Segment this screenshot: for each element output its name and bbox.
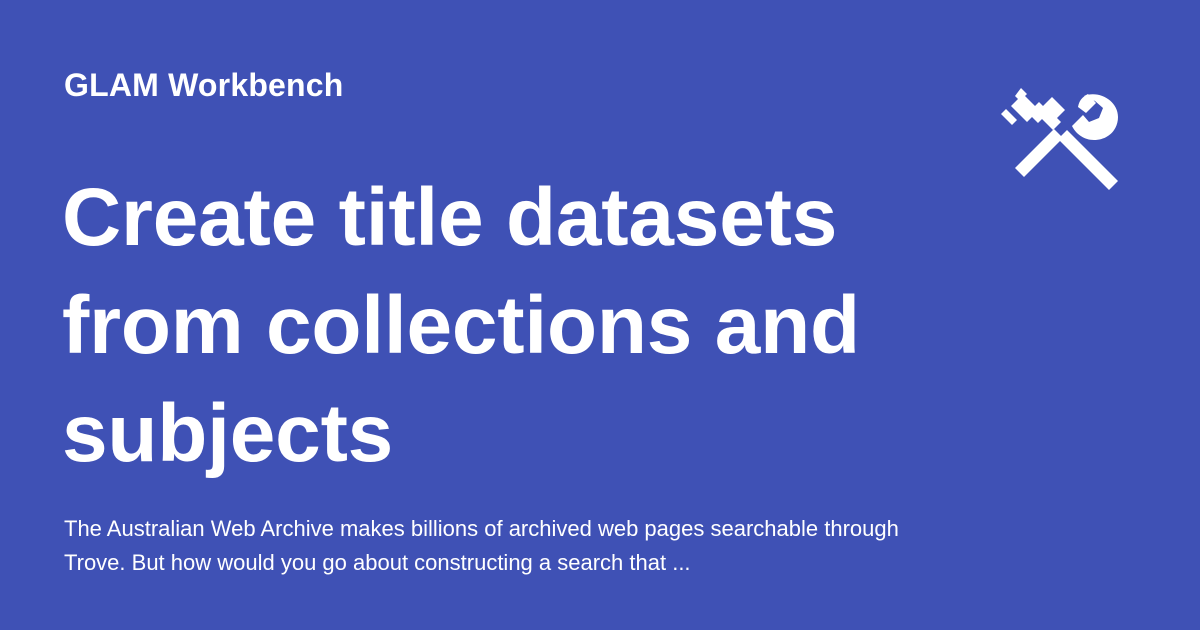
page-title: Create title datasets from collections a…	[62, 172, 860, 479]
social-preview-card: GLAM Workbench Create title datasets fro…	[0, 0, 1200, 630]
site-name: GLAM Workbench	[64, 67, 344, 103]
hammer-and-wrench-icon	[1001, 88, 1118, 190]
page-description: The Australian Web Archive makes billion…	[64, 516, 899, 575]
tools-icon	[1000, 82, 1128, 194]
